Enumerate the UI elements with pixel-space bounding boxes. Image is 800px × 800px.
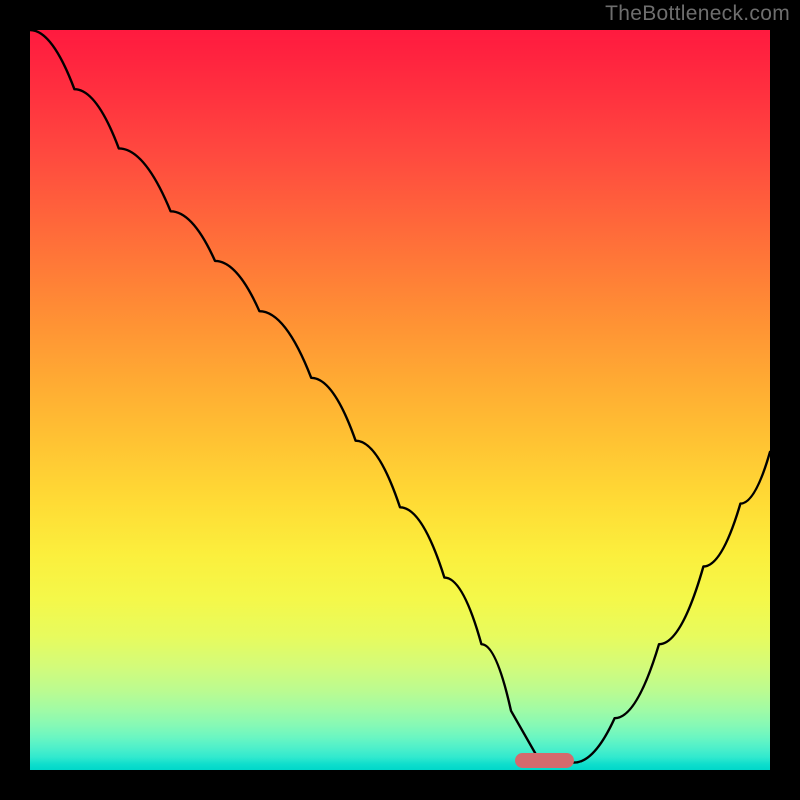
plot-area [30,30,770,770]
chart-frame: TheBottleneck.com [0,0,800,800]
bottleneck-curve [30,30,770,770]
curve-path [30,30,770,763]
watermark-text: TheBottleneck.com [605,2,790,26]
optimal-range-marker [515,753,574,768]
